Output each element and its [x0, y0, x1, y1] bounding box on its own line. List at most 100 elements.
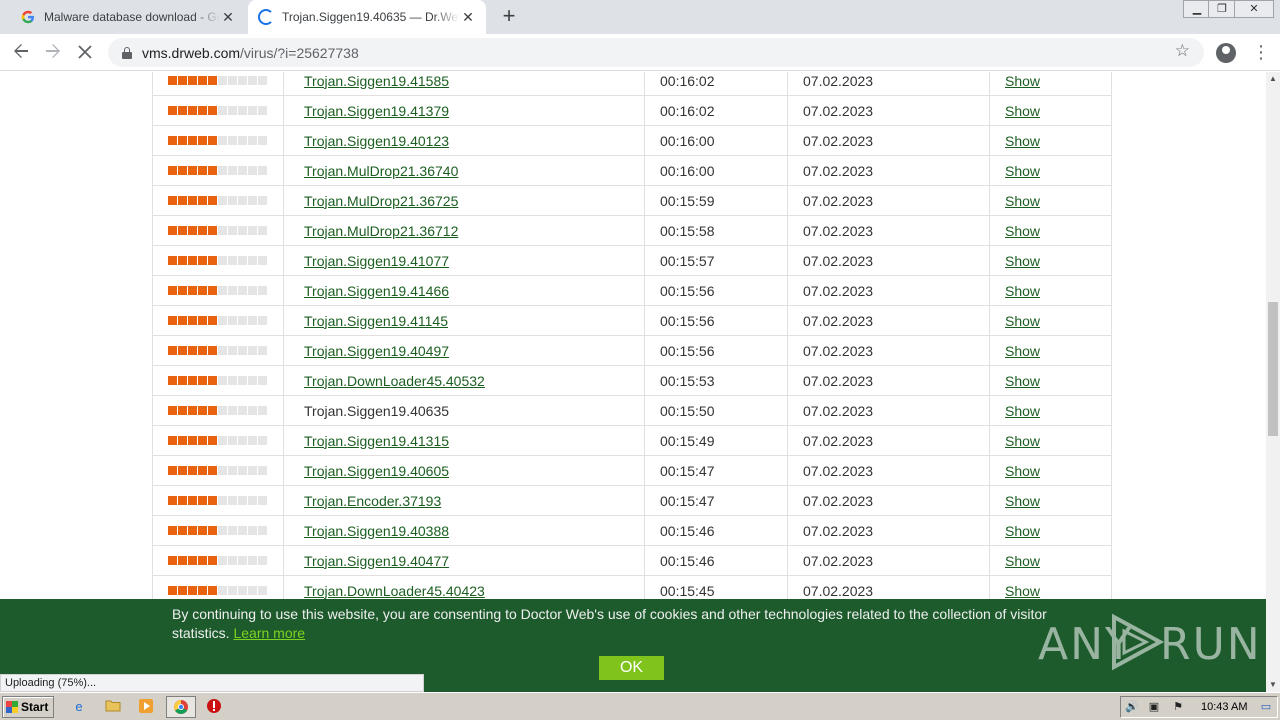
window-close-icon[interactable]: ✕	[1234, 0, 1274, 18]
learn-more-link[interactable]: Learn more	[233, 625, 305, 641]
show-link[interactable]: Show	[1005, 373, 1040, 389]
virus-name-link[interactable]: Trojan.MulDrop21.36712	[304, 223, 458, 239]
virus-name-link[interactable]: Trojan.Siggen19.41466	[304, 283, 449, 299]
show-cell: Show	[989, 245, 1112, 276]
danger-level-segment	[188, 346, 197, 355]
danger-level-segment	[258, 556, 267, 565]
danger-level-segment	[168, 556, 177, 565]
virus-name-link[interactable]: Trojan.DownLoader45.40423	[304, 583, 485, 599]
show-link[interactable]: Show	[1005, 493, 1040, 509]
danger-level-segment	[178, 556, 187, 565]
virus-name-link[interactable]: Trojan.MulDrop21.36725	[304, 193, 458, 209]
virus-name-link[interactable]: Trojan.Siggen19.40477	[304, 553, 449, 569]
scroll-down-icon[interactable]: ▼	[1266, 678, 1280, 692]
volume-icon[interactable]: 🔊	[1125, 701, 1139, 714]
danger-level-segment	[228, 346, 237, 355]
show-link[interactable]: Show	[1005, 193, 1040, 209]
tab-google-search[interactable]: Malware database download - Google Searc…	[10, 0, 246, 34]
address-bar[interactable]: vms.drweb.com/virus/?i=25627738 ☆	[108, 38, 1204, 67]
restore-icon[interactable]: ❐	[1208, 0, 1236, 18]
kebab-menu-icon[interactable]: ⋮	[1252, 42, 1270, 64]
show-link[interactable]: Show	[1005, 343, 1040, 359]
danger-level-segment	[228, 556, 237, 565]
media-player-icon[interactable]	[137, 698, 155, 716]
danger-level-cell	[152, 485, 284, 516]
bookmark-star-icon[interactable]: ☆	[1175, 41, 1190, 61]
danger-level-segment	[168, 346, 177, 355]
show-link[interactable]: Show	[1005, 73, 1040, 89]
virus-name-link[interactable]: Trojan.MulDrop21.36740	[304, 163, 458, 179]
back-arrow-icon[interactable]	[8, 40, 34, 66]
danger-level-segment	[168, 136, 177, 145]
danger-level-segment	[258, 286, 267, 295]
show-cell: Show	[989, 455, 1112, 486]
show-link[interactable]: Show	[1005, 223, 1040, 239]
danger-level-segment	[218, 136, 227, 145]
show-link[interactable]: Show	[1005, 463, 1040, 479]
time-cell: 00:15:49	[644, 425, 788, 456]
stop-loading-icon[interactable]	[72, 40, 98, 66]
vertical-scrollbar[interactable]: ▲ ▼	[1266, 72, 1280, 692]
show-link[interactable]: Show	[1005, 103, 1040, 119]
date-cell: 07.02.2023	[787, 155, 990, 186]
close-icon[interactable]: ✕	[220, 9, 236, 25]
close-icon[interactable]: ✕	[460, 9, 476, 25]
danger-level-segment	[248, 526, 257, 535]
show-link[interactable]: Show	[1005, 433, 1040, 449]
virus-name-link[interactable]: Trojan.Siggen19.41585	[304, 73, 449, 89]
date-cell: 07.02.2023	[787, 395, 990, 426]
show-link[interactable]: Show	[1005, 283, 1040, 299]
action-center-flag-icon[interactable]: ⚑	[1171, 701, 1185, 714]
minimize-icon[interactable]: ▁	[1183, 0, 1211, 18]
virus-name-link[interactable]: Trojan.Siggen19.40388	[304, 523, 449, 539]
internet-explorer-icon[interactable]: e	[70, 698, 88, 716]
profile-avatar-icon[interactable]	[1216, 43, 1236, 63]
virus-name-link[interactable]: Trojan.Siggen19.40497	[304, 343, 449, 359]
virus-name-link[interactable]: Trojan.Siggen19.40605	[304, 463, 449, 479]
danger-level-bar	[168, 376, 283, 385]
danger-level-segment	[218, 436, 227, 445]
show-link[interactable]: Show	[1005, 403, 1040, 419]
tab-drweb-virus[interactable]: Trojan.Siggen19.40635 — Dr.Web Malware d…	[248, 0, 486, 34]
danger-level-cell	[152, 515, 284, 546]
show-link[interactable]: Show	[1005, 253, 1040, 269]
virus-name-link[interactable]: Trojan.Siggen19.40123	[304, 133, 449, 149]
show-desktop-icon[interactable]: ▭	[1259, 701, 1273, 714]
show-link[interactable]: Show	[1005, 523, 1040, 539]
danger-level-segment	[238, 436, 247, 445]
network-icon[interactable]: ▣	[1147, 701, 1161, 714]
show-link[interactable]: Show	[1005, 583, 1040, 599]
virus-name-link[interactable]: Trojan.Siggen19.41077	[304, 253, 449, 269]
lock-icon	[122, 46, 132, 59]
virus-name-link[interactable]: Trojan.Encoder.37193	[304, 493, 441, 509]
cookie-ok-button[interactable]: OK	[599, 656, 664, 680]
danger-level-segment	[178, 496, 187, 505]
danger-level-segment	[178, 256, 187, 265]
virus-name-link[interactable]: Trojan.Siggen19.41145	[304, 313, 448, 329]
danger-level-segment	[258, 76, 267, 85]
folder-icon[interactable]	[104, 698, 122, 716]
show-link[interactable]: Show	[1005, 553, 1040, 569]
virus-name-link[interactable]: Trojan.DownLoader45.40532	[304, 373, 485, 389]
danger-level-bar	[168, 556, 283, 565]
show-link[interactable]: Show	[1005, 163, 1040, 179]
show-cell: Show	[989, 395, 1112, 426]
chrome-taskbar-button[interactable]	[166, 696, 196, 718]
danger-level-segment	[208, 196, 217, 205]
start-button[interactable]: Start	[2, 696, 54, 718]
show-link[interactable]: Show	[1005, 133, 1040, 149]
show-link[interactable]: Show	[1005, 313, 1040, 329]
virus-name-link[interactable]: Trojan.Siggen19.41379	[304, 103, 449, 119]
danger-level-segment	[248, 556, 257, 565]
new-tab-button[interactable]: +	[496, 5, 522, 29]
danger-level-segment	[178, 136, 187, 145]
virus-name-link[interactable]: Trojan.Siggen19.41315	[304, 433, 449, 449]
scrollbar-thumb[interactable]	[1268, 302, 1278, 436]
danger-level-segment	[218, 526, 227, 535]
danger-level-segment	[228, 106, 237, 115]
scroll-up-icon[interactable]: ▲	[1266, 72, 1280, 86]
clock: 10:43 AM	[1201, 701, 1248, 713]
forward-arrow-icon[interactable]	[40, 40, 66, 66]
show-cell: Show	[989, 335, 1112, 366]
stop-sign-icon[interactable]	[205, 698, 223, 716]
